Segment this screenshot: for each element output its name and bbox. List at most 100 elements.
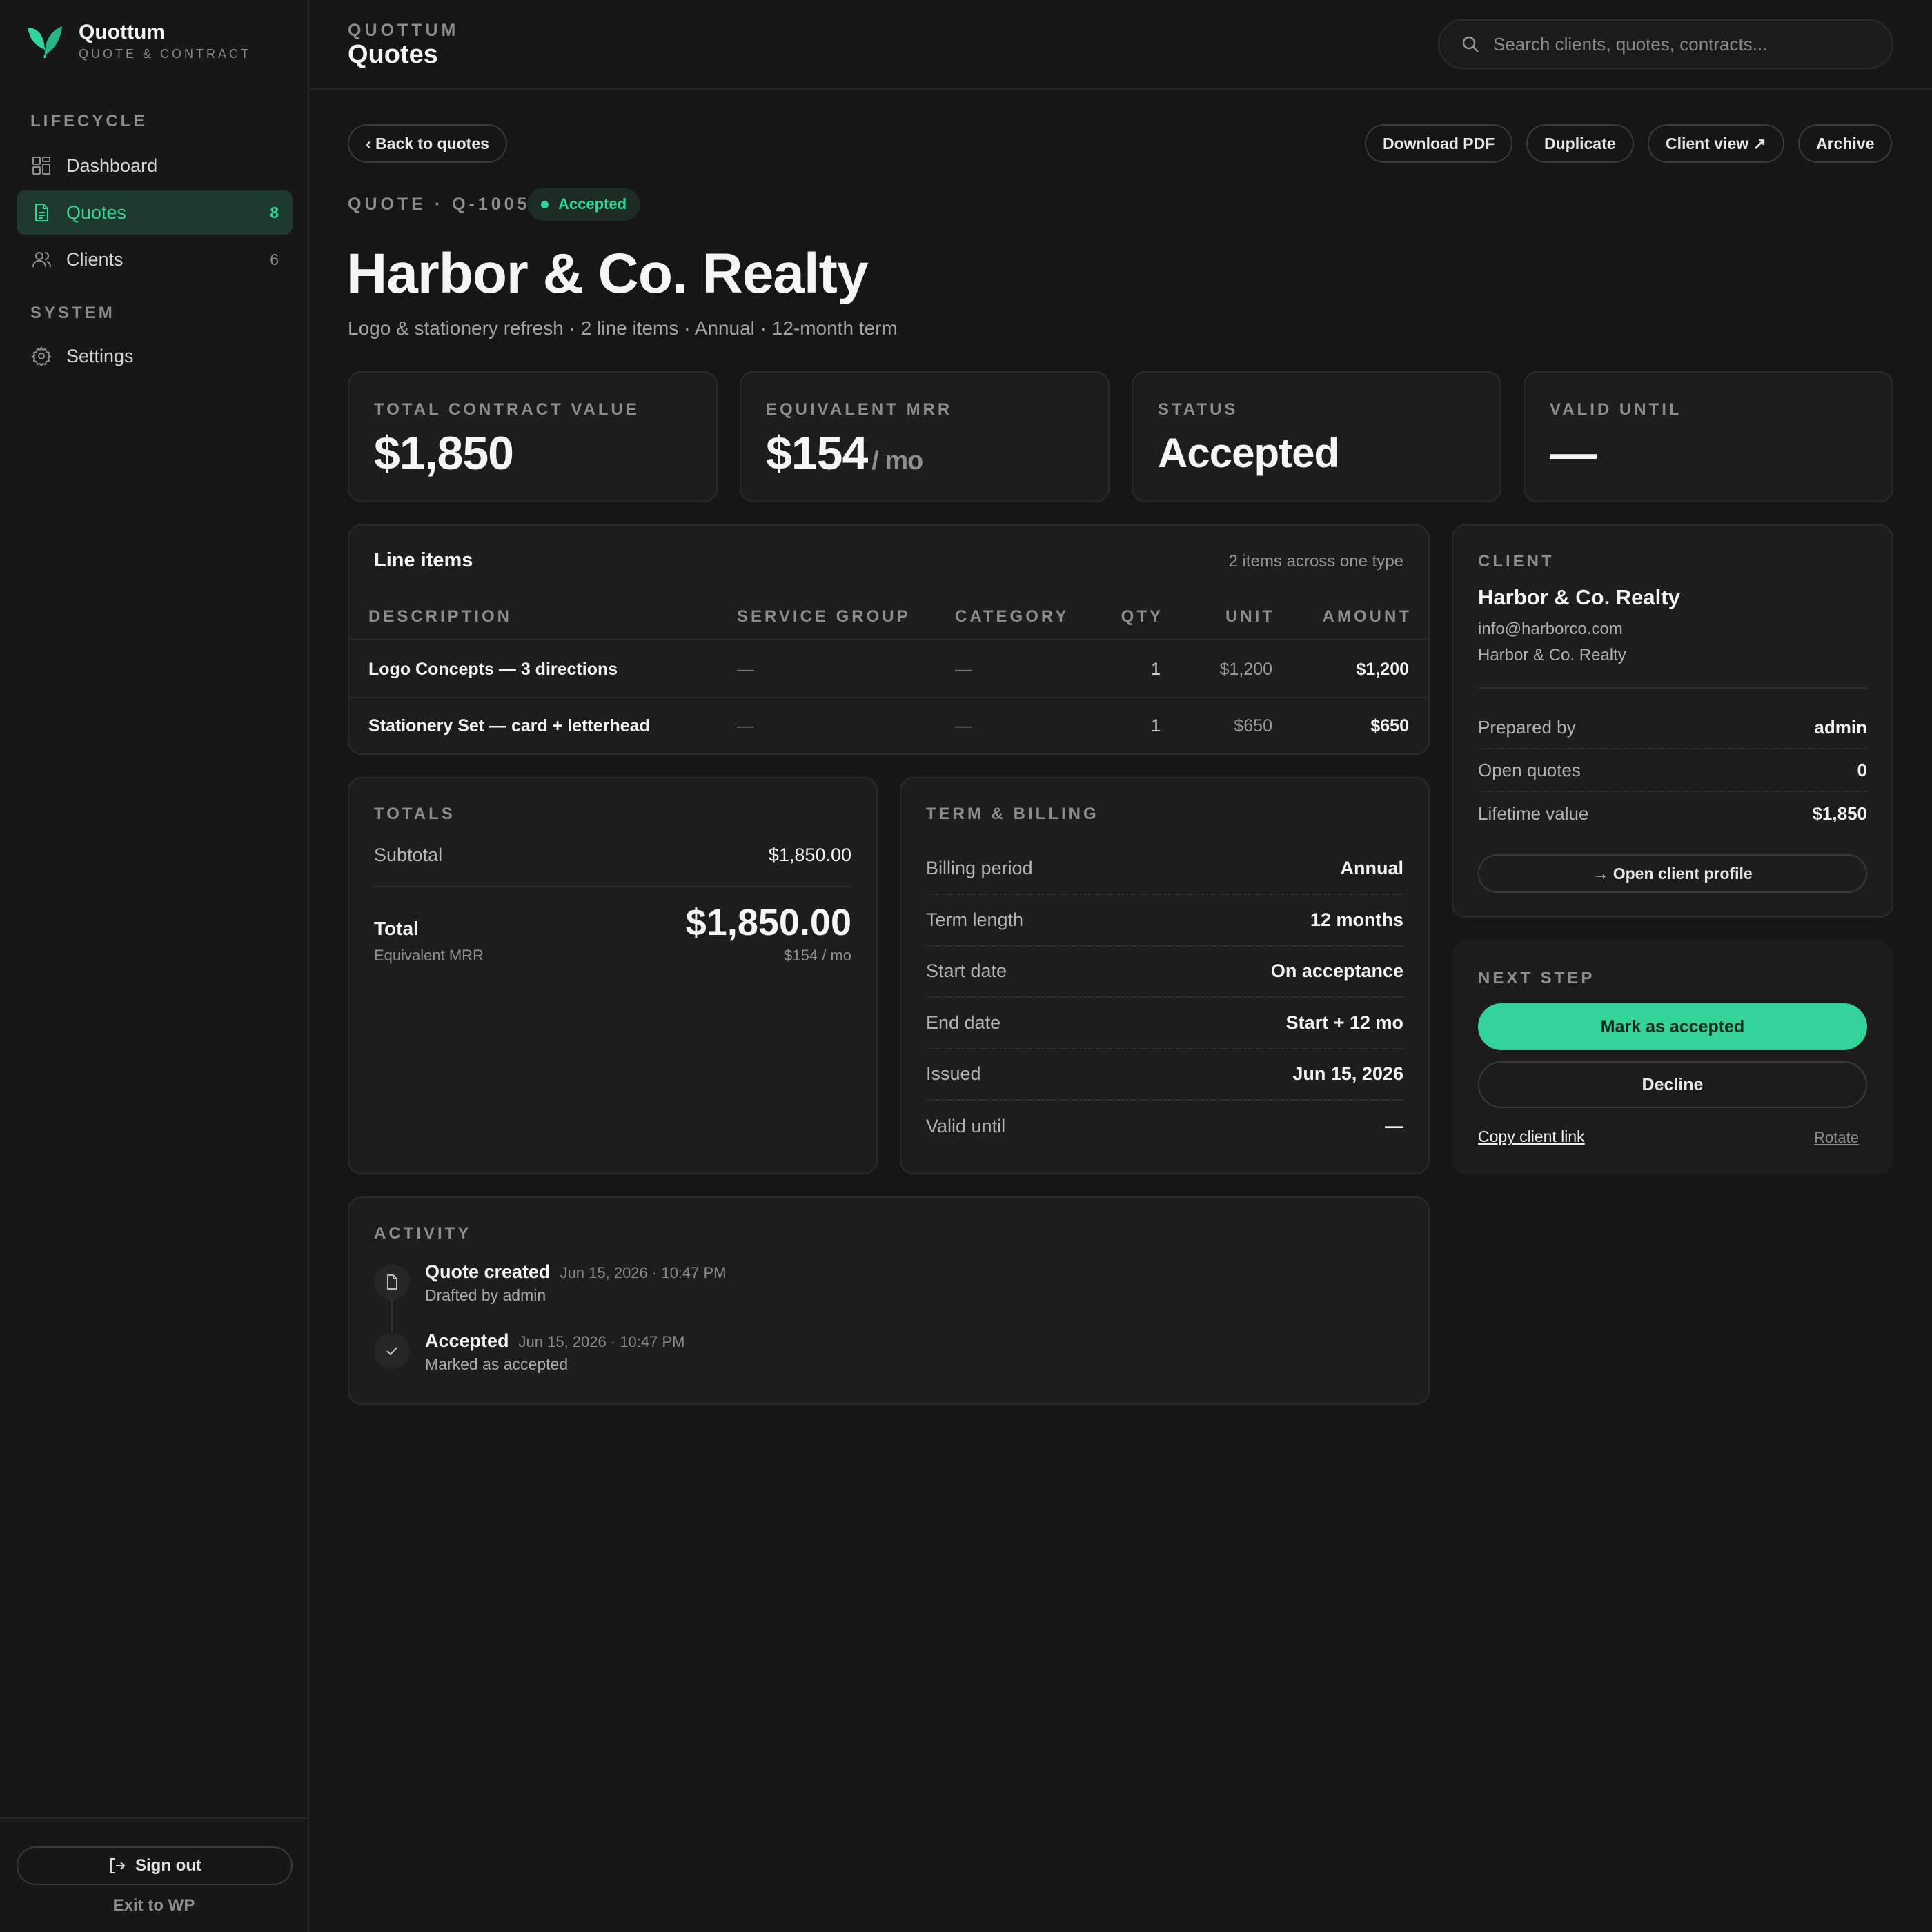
client-name[interactable]: Harbor & Co. Realty [1478, 585, 1680, 610]
term-billing-card: TERM & BILLING Billing period Annual Ter… [900, 777, 1430, 1174]
sidebar-item-label: Quotes [66, 201, 127, 223]
column-header-amount: AMOUNT [1322, 607, 1412, 626]
activity-description: Drafted by admin [425, 1286, 546, 1304]
total-row: Total $1,850.00 [374, 901, 851, 944]
equivalent-mrr-row: Equivalent MRR $154 / mo [374, 947, 851, 965]
search-box[interactable] [1438, 19, 1893, 69]
billing-period-row: Billing period Annual [926, 843, 1403, 895]
decline-button[interactable]: Decline [1478, 1061, 1867, 1108]
activity-title: Accepted Jun 15, 2026 · 10:47 PM [425, 1330, 685, 1351]
stat-unit: / mo [871, 446, 923, 475]
activity-time: Jun 15, 2026 · 10:47 PM [518, 1333, 685, 1350]
status-dot-icon [541, 200, 549, 208]
stat-card-status: STATUS Accepted [1132, 371, 1501, 502]
leaf-logo-icon [28, 26, 62, 58]
download-pdf-button[interactable]: Download PDF [1365, 124, 1513, 163]
status-badge-label: Accepted [558, 195, 627, 213]
kv-key: Valid until [926, 1116, 1006, 1136]
kv-key: End date [926, 1012, 1001, 1033]
table-row[interactable]: Stationery Set — card + letterhead — — 1… [349, 698, 1428, 755]
header-eyebrow: QUOTTUM [348, 21, 460, 40]
brand-subtitle: QUOTE & CONTRACT [79, 47, 252, 61]
stat-label: VALID UNTIL [1550, 400, 1682, 419]
sidebar-item-dashboard[interactable]: Dashboard [17, 144, 293, 188]
cell-amount: $650 [1370, 716, 1409, 736]
kv-key: Lifetime value [1478, 802, 1589, 824]
quote-subtitle: Logo & stationery refresh · 2 line items… [348, 317, 898, 339]
table-row[interactable]: Logo Concepts — 3 directions — — 1 $1,20… [349, 642, 1428, 698]
end-date-row: End date Start + 12 mo [926, 998, 1403, 1049]
start-date-row: Start date On acceptance [926, 946, 1403, 998]
document-icon [30, 201, 52, 224]
total-value: $1,850.00 [685, 902, 851, 943]
line-items-title: Line items [374, 549, 473, 571]
nav-section-system: SYSTEM [30, 304, 115, 322]
next-step-card: NEXT STEP Mark as accepted Decline Copy … [1452, 941, 1893, 1174]
sidebar-item-settings[interactable]: Settings [17, 334, 293, 378]
nav-section-lifecycle: LIFECYCLE [30, 112, 148, 130]
search-input[interactable] [1493, 33, 1871, 55]
cell-category: — [955, 660, 972, 679]
page-title: Quotes [348, 40, 438, 69]
kv-key: Prepared by [1478, 716, 1576, 738]
sidebar-item-quotes[interactable]: Quotes 8 [17, 190, 293, 235]
stat-label: STATUS [1158, 400, 1239, 419]
subtotal-row: Subtotal $1,850.00 [374, 845, 851, 866]
cell-category: — [955, 716, 972, 736]
kv-value: 0 [1857, 759, 1867, 780]
equivalent-mrr-value: $154 / mo [784, 947, 851, 964]
line-items-card: Line items 2 items across one type DESCR… [348, 524, 1430, 755]
mark-as-accepted-button[interactable]: Mark as accepted [1478, 1003, 1867, 1050]
valid-until-row: Valid until — [926, 1101, 1403, 1152]
kv-value: On acceptance [1270, 960, 1403, 981]
table-header: DESCRIPTION SERVICE GROUP CATEGORY QTY U… [349, 607, 1428, 640]
client-view-button[interactable]: Client view ↗ [1648, 124, 1784, 163]
activity-title: Quote created Jun 15, 2026 · 10:47 PM [425, 1261, 727, 1282]
sign-out-label: Sign out [135, 1856, 201, 1875]
column-header-qty: QTY [1121, 607, 1163, 626]
column-header-unit: UNIT [1225, 607, 1275, 626]
cell-qty: 1 [1151, 660, 1161, 679]
stat-value: Accepted [1158, 430, 1339, 476]
prepared-by-row: Prepared by admin [1478, 707, 1867, 749]
stat-card-valid-until: VALID UNTIL — [1524, 371, 1893, 502]
sign-out-button[interactable]: Sign out [17, 1846, 293, 1885]
duplicate-button[interactable]: Duplicate [1526, 124, 1634, 163]
users-icon [30, 248, 52, 270]
kv-key: Issued [926, 1063, 981, 1084]
open-client-profile-button[interactable]: → Open client profile [1478, 854, 1867, 893]
kv-key: Billing period [926, 858, 1033, 878]
document-icon [374, 1264, 410, 1300]
gear-icon [30, 345, 52, 367]
activity-time: Jun 15, 2026 · 10:47 PM [560, 1264, 727, 1281]
back-to-quotes-button[interactable]: ‹ Back to quotes [348, 124, 507, 163]
exit-to-wp-link[interactable]: Exit to WP [0, 1896, 308, 1915]
rotate-link[interactable]: Rotate [1814, 1129, 1859, 1147]
kv-value: admin [1814, 716, 1867, 738]
kv-key: Start date [926, 960, 1007, 981]
status-badge: Accepted [527, 188, 641, 221]
sidebar-item-clients[interactable]: Clients 6 [17, 237, 293, 282]
cell-qty: 1 [1151, 716, 1161, 736]
sign-out-icon [110, 1858, 126, 1873]
stat-label: EQUIVALENT MRR [766, 400, 953, 419]
quote-title: Harbor & Co. Realty [346, 242, 869, 305]
cell-service-group: — [737, 716, 754, 736]
equivalent-mrr-label: Equivalent MRR [374, 947, 484, 964]
lifetime-value-row: Lifetime value $1,850 [1478, 792, 1867, 835]
cell-unit: $650 [1234, 716, 1272, 736]
copy-client-link[interactable]: Copy client link [1478, 1127, 1585, 1146]
issued-row: Issued Jun 15, 2026 [926, 1049, 1403, 1101]
cell-description: Logo Concepts — 3 directions [368, 660, 618, 679]
client-label: CLIENT [1478, 552, 1555, 571]
sidebar: Quottum QUOTE & CONTRACT LIFECYCLE Dashb… [0, 0, 309, 1932]
cell-unit: $1,200 [1219, 660, 1272, 679]
sidebar-item-label: Clients [66, 248, 124, 270]
brand[interactable]: Quottum QUOTE & CONTRACT [25, 21, 251, 61]
client-email[interactable]: info@harborco.com [1478, 620, 1623, 639]
kv-key: Open quotes [1478, 759, 1581, 780]
line-items-meta: 2 items across one type [1228, 552, 1403, 571]
term-length-row: Term length 12 months [926, 895, 1403, 947]
stat-card-equivalent-mrr: EQUIVALENT MRR $154/ mo [740, 371, 1110, 502]
archive-button[interactable]: Archive [1798, 124, 1893, 163]
